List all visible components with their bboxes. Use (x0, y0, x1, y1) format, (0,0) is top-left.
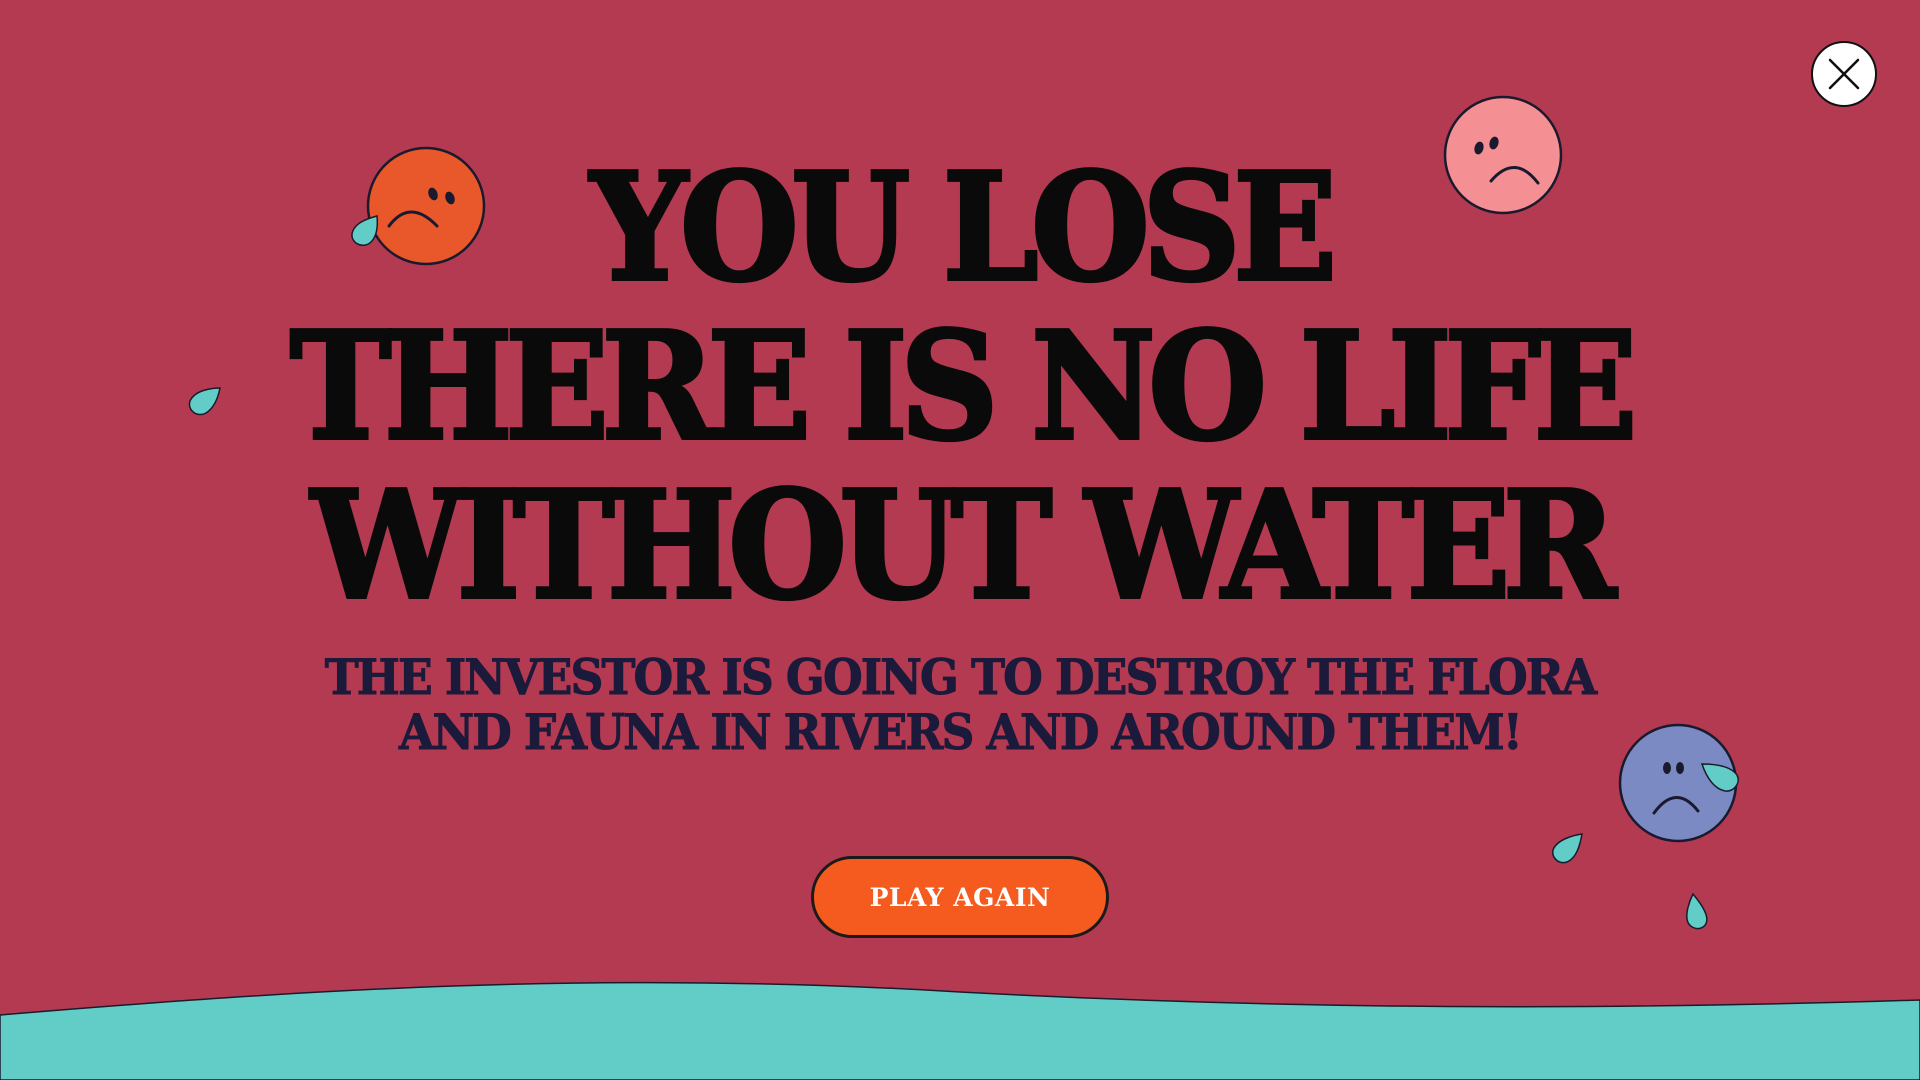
message-line-2: AND FAUNA IN RIVERS AND AROUND THEM! (398, 703, 1523, 761)
message-line-1: THE INVESTOR IS GOING TO DESTROY THE FLO… (324, 648, 1597, 706)
headline-line-2: THERE IS NO LIFE (288, 299, 1639, 473)
play-again-button[interactable]: PLAY AGAIN (811, 856, 1109, 938)
game-over-message: THE INVESTOR IS GOING TO DESTROY THE FLO… (67, 648, 1853, 761)
water-drop-icon (1700, 763, 1739, 792)
water-drop-icon (1686, 892, 1708, 930)
water-wave (0, 981, 1920, 1080)
game-over-headline: YOU LOSE THERE IS NO LIFE WITHOUT WATER (77, 140, 1843, 632)
close-button[interactable] (1811, 41, 1877, 107)
headline-line-3: WITHOUT WATER (309, 458, 1618, 632)
headline-line-1: YOU LOSE (588, 140, 1339, 314)
water-drop-icon (1552, 833, 1583, 864)
close-icon (1828, 58, 1860, 90)
